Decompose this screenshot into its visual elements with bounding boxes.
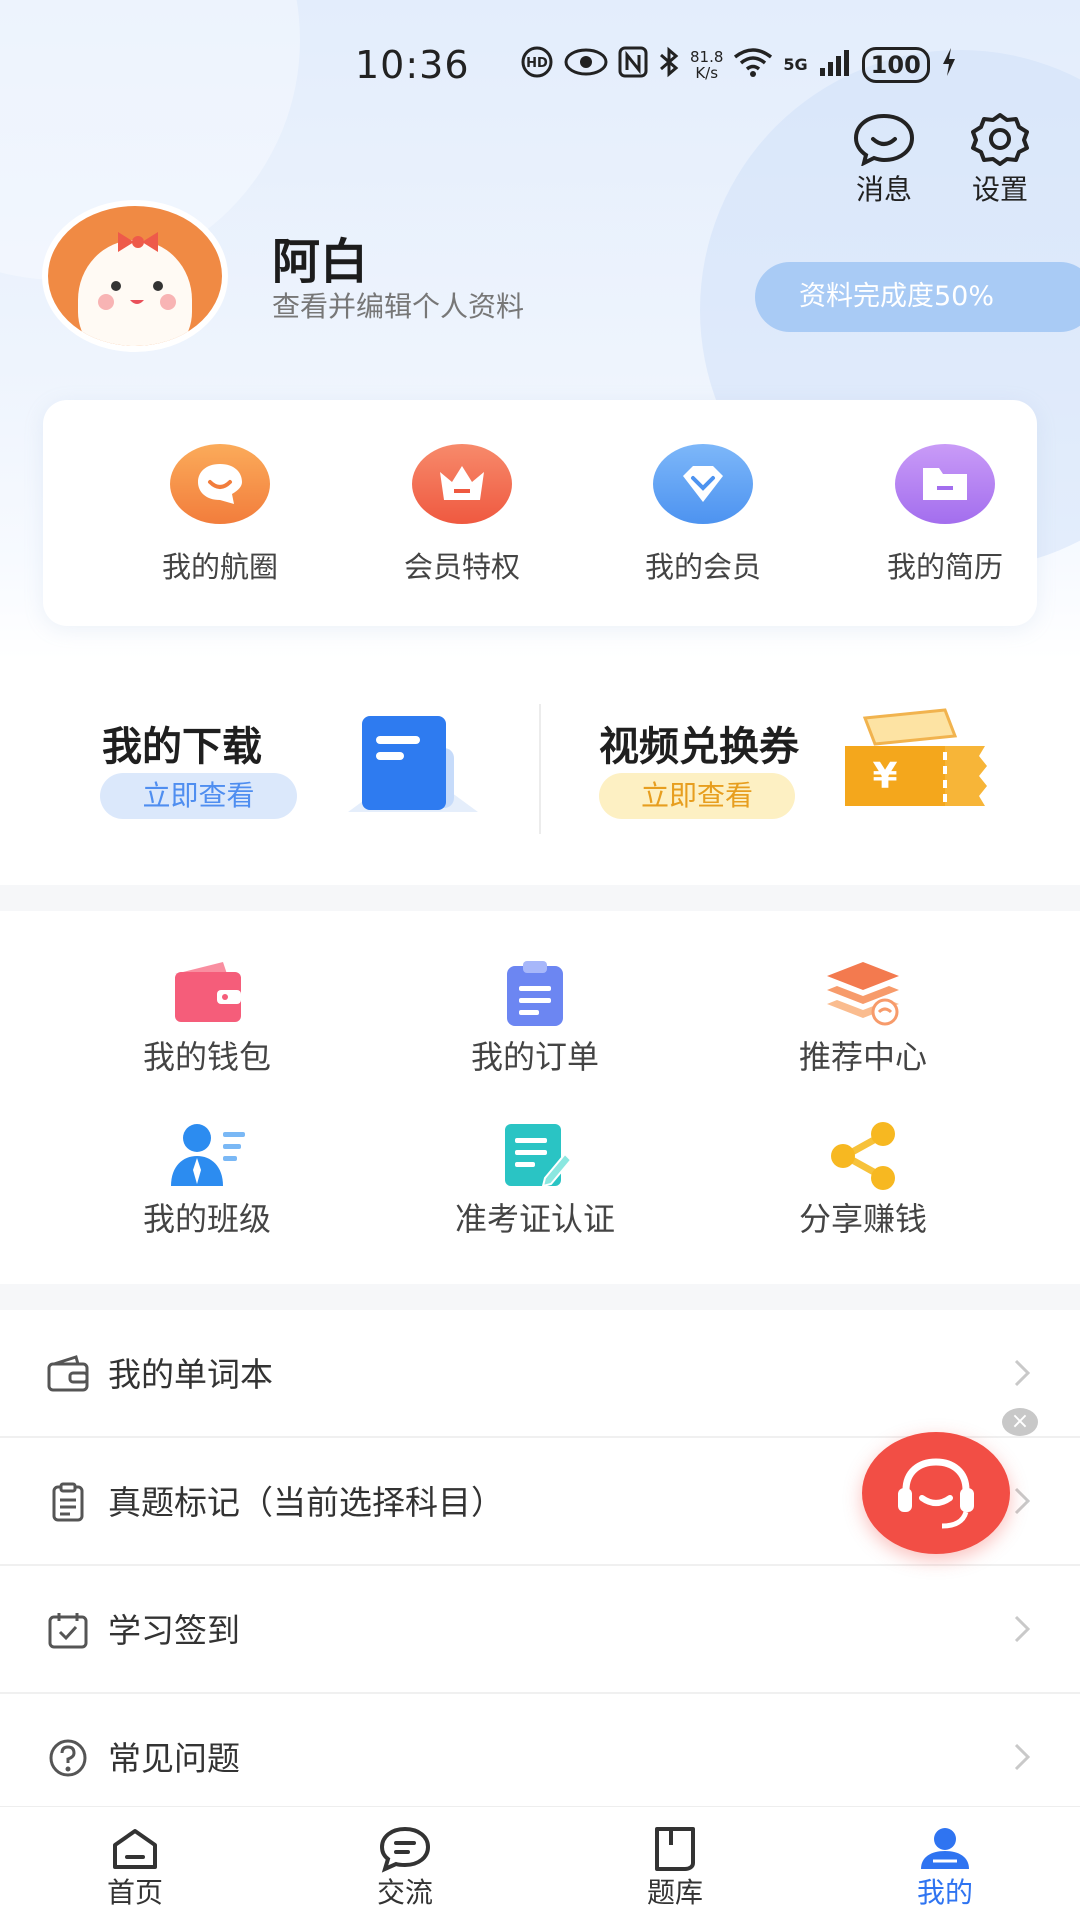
video-voucher-title: 视频兑换券 [599,724,799,770]
my-class-button[interactable]: 我的班级 [57,1120,357,1240]
wallet-label: 我的钱包 [142,1038,271,1076]
chevron-right-icon [1014,1487,1031,1515]
exam-marks-label: 真题标记（当前选择科目） [108,1483,504,1522]
nav-mine-label: 我的 [916,1876,973,1909]
layers-icon [823,958,903,1028]
edit-profile-link[interactable]: 查看并编辑个人资料 [272,285,524,325]
my-circle-label: 我的航圈 [161,550,278,584]
diamond-icon [653,444,753,524]
downloads-title: 我的下载 [102,724,262,770]
crown-icon [412,444,512,524]
my-class-label: 我的班级 [142,1200,271,1238]
orders-button[interactable]: 我的订单 [385,958,685,1078]
nav-question-bank-label: 题库 [646,1876,703,1909]
wallet-outline-icon [47,1355,89,1392]
signal-icon [818,48,852,83]
my-circle-button[interactable]: 我的航圈 [120,444,320,586]
member-privileges-label: 会员特权 [403,550,520,584]
home-icon [113,1829,157,1869]
admission-ticket-verify-button[interactable]: 准考证认证 [385,1120,685,1240]
messages-label: 消息 [855,173,912,206]
my-membership-button[interactable]: 我的会员 [603,444,803,586]
chevron-right-icon [1014,1359,1031,1387]
my-membership-label: 我的会员 [644,550,761,584]
orders-label: 我的订单 [470,1038,599,1076]
settings-button[interactable]: 设置 [955,112,1045,206]
nav-home-label: 首页 [106,1876,163,1909]
settings-label: 设置 [971,173,1028,206]
list-item-vocabulary[interactable]: 我的单词本 [0,1310,1080,1438]
recommend-center-label: 推荐中心 [798,1038,927,1076]
folder-icon [895,444,995,524]
user-icon [921,1828,969,1869]
document-icon [348,716,478,812]
profile-completion-badge[interactable]: 资料完成度50% [755,262,1080,332]
study-checkin-label: 学习签到 [108,1611,240,1650]
clipboard-icon [495,958,575,1028]
clipboard-outline-icon [52,1482,84,1522]
customer-service-button[interactable] [862,1432,1010,1554]
svg-text:HD: HD [526,56,548,71]
share-earn-label: 分享赚钱 [798,1200,927,1238]
wifi-icon [733,47,773,84]
nfc-icon [618,46,648,85]
nav-community[interactable]: 交流 [335,1825,475,1911]
bottom-navigation: 首页 交流 题库 我的 [0,1806,1080,1920]
charging-icon [940,46,958,85]
smile-bubble-icon [170,444,270,524]
member-privileges-button[interactable]: 会员特权 [362,444,562,586]
status-time: 10:36 [355,43,470,87]
avatar[interactable] [42,200,228,352]
username[interactable]: 阿白 [272,222,368,292]
share-earn-button[interactable]: 分享赚钱 [713,1120,1013,1240]
voucher-view-button[interactable]: 立即查看 [599,773,795,819]
list-item-study-checkin[interactable]: 学习签到 [0,1566,1080,1694]
nav-question-bank[interactable]: 题库 [605,1825,745,1911]
ticket-icon: ¥ [845,708,987,806]
hd-icon: HD [520,45,554,86]
section-divider [0,885,1080,911]
question-circle-icon [49,1739,87,1777]
downloads-view-button[interactable]: 立即查看 [100,773,297,819]
my-resume-label: 我的简历 [886,550,1003,584]
gear-icon [971,113,1029,166]
book-icon [655,1827,695,1871]
quick-access-card: 我的航圈 会员特权 我的会员 我的简历 [43,400,1037,626]
class-person-icon [167,1120,247,1190]
chevron-right-icon [1014,1615,1031,1643]
headset-icon [898,1458,974,1529]
close-icon[interactable]: × [1002,1408,1038,1436]
net-speed: 81.8 K/s [690,48,724,82]
calendar-check-icon [48,1613,88,1649]
my-resume-button[interactable]: 我的简历 [845,444,1045,586]
messages-button[interactable]: 消息 [839,112,929,206]
eye-icon [564,47,608,84]
admission-ticket-verify-label: 准考证认证 [454,1200,615,1238]
status-icons: HD 81.8 K/s 5G 100 [520,40,958,90]
vocabulary-label: 我的单词本 [108,1355,273,1394]
recommend-center-button[interactable]: 推荐中心 [713,958,1013,1078]
section-divider [0,1284,1080,1310]
divider [539,704,541,834]
battery-level: 100 [861,47,930,83]
nav-home[interactable]: 首页 [65,1825,205,1911]
nav-mine[interactable]: 我的 [875,1825,1015,1911]
chevron-right-icon [1014,1743,1031,1771]
chat-bubble-icon [853,113,915,166]
svg-text:¥: ¥ [872,756,897,797]
share-icon [823,1120,903,1190]
chat-icon [379,1826,431,1873]
document-edit-icon [495,1120,575,1190]
network-label: 5G [783,55,808,74]
nav-community-label: 交流 [376,1876,433,1909]
wallet-button[interactable]: 我的钱包 [57,958,357,1078]
wallet-icon [167,958,247,1028]
list-item-faq[interactable]: 常见问题 [0,1694,1080,1822]
bluetooth-icon [658,46,680,85]
faq-label: 常见问题 [108,1739,240,1778]
